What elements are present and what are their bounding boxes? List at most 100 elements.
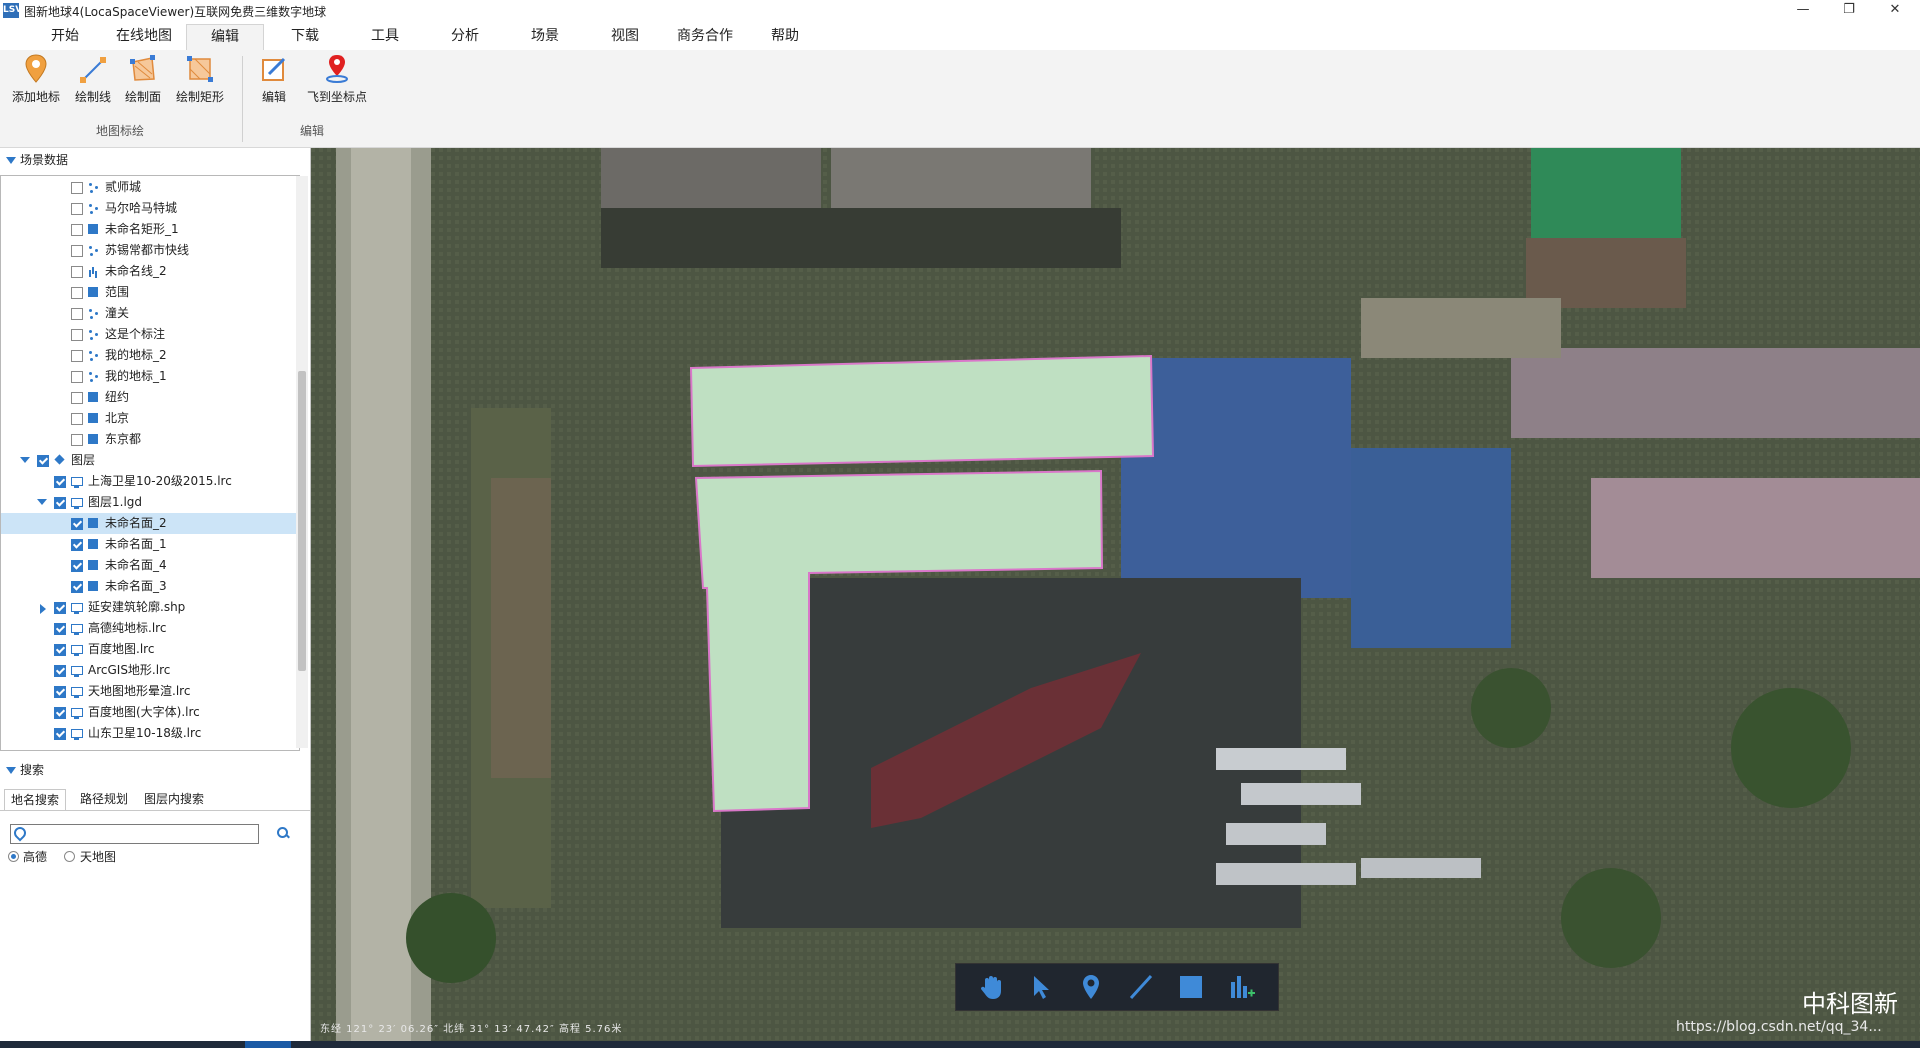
measure-chart-icon[interactable] (1226, 972, 1256, 1002)
tab-edit[interactable]: 编辑 (186, 24, 264, 51)
add-placemark-button[interactable]: 添加地标 (10, 52, 62, 105)
tab-view[interactable]: 视图 (600, 24, 650, 50)
tree-row[interactable]: 天地图地形晕渲.lrc (1, 681, 299, 702)
minimize-button[interactable]: — (1780, 0, 1826, 22)
pan-hand-icon[interactable] (976, 972, 1006, 1002)
tree-checkbox[interactable] (71, 413, 83, 425)
draw-rectangle-button[interactable]: 绘制矩形 (172, 52, 228, 105)
tree-checkbox[interactable] (71, 434, 83, 446)
expand-down-icon[interactable] (37, 499, 47, 505)
tree-row[interactable]: 山东卫星10-18级.lrc (1, 723, 299, 744)
tree-checkbox[interactable] (71, 266, 83, 278)
tab-start[interactable]: 开始 (40, 24, 90, 50)
tree-row[interactable]: 未命名面_4 (1, 555, 299, 576)
tree-checkbox[interactable] (54, 602, 66, 614)
tree-row[interactable]: 未命名面_3 (1, 576, 299, 597)
tree-row[interactable]: 未命名面_2 (1, 513, 299, 534)
tree-row[interactable]: 潼关 (1, 303, 299, 324)
scene-tree[interactable]: 贰师城 马尔哈马特城 未命名矩形_1 苏锡常都市快线 未命名线_2 范围 潼关 这是个标注 我的… (0, 175, 300, 751)
tree-checkbox[interactable] (54, 476, 66, 488)
monitor-icon (71, 624, 83, 635)
tree-row[interactable]: 苏锡常都市快线 (1, 240, 299, 261)
tree-scrollbar[interactable] (296, 176, 308, 748)
tree-row[interactable]: 范围 (1, 282, 299, 303)
tree-checkbox[interactable] (54, 707, 66, 719)
tab-layer-search[interactable]: 图层内搜索 (138, 789, 210, 809)
tree-row[interactable]: 延安建筑轮廓.shp (1, 597, 299, 618)
tree-row[interactable]: 我的地标_1 (1, 366, 299, 387)
tree-checkbox[interactable] (71, 287, 83, 299)
select-arrow-icon[interactable] (1026, 972, 1056, 1002)
map-polygon-1[interactable] (689, 354, 1155, 468)
tree-checkbox[interactable] (54, 623, 66, 635)
tab-online-map[interactable]: 在线地图 (108, 24, 180, 50)
tree-row[interactable]: 贰师城 (1, 177, 299, 198)
tree-checkbox[interactable] (54, 497, 66, 509)
tree-checkbox[interactable] (71, 329, 83, 341)
tree-row[interactable]: 北京 (1, 408, 299, 429)
tree-scroll-thumb[interactable] (298, 371, 306, 671)
tab-download[interactable]: 下载 (280, 24, 330, 50)
tree-checkbox[interactable] (71, 308, 83, 320)
placemark-icon[interactable] (1076, 972, 1106, 1002)
tree-row[interactable]: 上海卫星10-20级2015.lrc (1, 471, 299, 492)
tree-checkbox[interactable] (71, 539, 83, 551)
tree-row[interactable]: 马尔哈马特城 (1, 198, 299, 219)
draw-polygon-button[interactable]: 绘制面 (120, 52, 166, 105)
search-header[interactable]: 搜索 (0, 760, 310, 780)
tree-checkbox[interactable] (71, 203, 83, 215)
tree-row[interactable]: 我的地标_2 (1, 345, 299, 366)
edit-button[interactable]: 编辑 (254, 52, 294, 105)
provider-radio-tianditu[interactable] (64, 851, 75, 862)
tab-scene[interactable]: 场景 (520, 24, 570, 50)
tree-row[interactable]: 未命名矩形_1 (1, 219, 299, 240)
monitor-icon (71, 708, 83, 719)
tree-row[interactable]: 东京都 (1, 429, 299, 450)
draw-line-button[interactable]: 绘制线 (70, 52, 116, 105)
tree-checkbox[interactable] (54, 644, 66, 656)
tab-place-search[interactable]: 地名搜索 (4, 789, 67, 810)
scene-data-header[interactable]: 场景数据 (0, 150, 310, 170)
tree-row[interactable]: 百度地图(大字体).lrc (1, 702, 299, 723)
draw-line-icon[interactable] (1126, 972, 1156, 1002)
tree-row[interactable]: 图层1.lgd (1, 492, 299, 513)
tree-row[interactable]: 未命名面_1 (1, 534, 299, 555)
tab-business[interactable]: 商务合作 (668, 24, 742, 50)
tab-tools[interactable]: 工具 (360, 24, 410, 50)
fly-to-coordinate-button[interactable]: 飞到坐标点 (304, 52, 370, 105)
maximize-button[interactable]: ❐ (1826, 0, 1872, 22)
expand-right-icon[interactable] (40, 604, 46, 614)
expand-down-icon[interactable] (20, 457, 30, 463)
tree-checkbox[interactable] (71, 581, 83, 593)
tree-row[interactable]: 未命名线_2 (1, 261, 299, 282)
tree-checkbox[interactable] (71, 518, 83, 530)
tree-checkbox[interactable] (71, 371, 83, 383)
tree-row[interactable]: ArcGIS地形.lrc (1, 660, 299, 681)
tree-checkbox[interactable] (54, 728, 66, 740)
tree-checkbox[interactable] (54, 665, 66, 677)
tab-route-planning[interactable]: 路径规划 (74, 789, 134, 809)
tree-row[interactable]: 这是个标注 (1, 324, 299, 345)
tab-analysis[interactable]: 分析 (440, 24, 490, 50)
search-icon[interactable] (275, 825, 291, 841)
search-input[interactable] (10, 824, 259, 844)
tree-checkbox[interactable] (71, 224, 83, 236)
tree-row[interactable]: 高德纯地标.lrc (1, 618, 299, 639)
tree-checkbox[interactable] (71, 350, 83, 362)
close-button[interactable]: ✕ (1872, 0, 1918, 22)
tab-help[interactable]: 帮助 (760, 24, 810, 50)
tree-row[interactable]: 百度地图.lrc (1, 639, 299, 660)
tree-checkbox[interactable] (71, 245, 83, 257)
tree-row[interactable]: 纽约 (1, 387, 299, 408)
provider-radio-gaode[interactable] (8, 851, 19, 862)
draw-polygon-icon[interactable] (1176, 972, 1206, 1002)
tree-checkbox[interactable] (71, 560, 83, 572)
tree-label: 山东卫星10-18级.lrc (88, 726, 202, 740)
tree-label: 未命名面_1 (105, 537, 167, 551)
tree-checkbox[interactable] (71, 392, 83, 404)
map-view[interactable] (311, 148, 1920, 1041)
tree-row[interactable]: 图层 (1, 450, 299, 471)
tree-checkbox[interactable] (54, 686, 66, 698)
tree-checkbox[interactable] (37, 455, 49, 467)
tree-checkbox[interactable] (71, 182, 83, 194)
